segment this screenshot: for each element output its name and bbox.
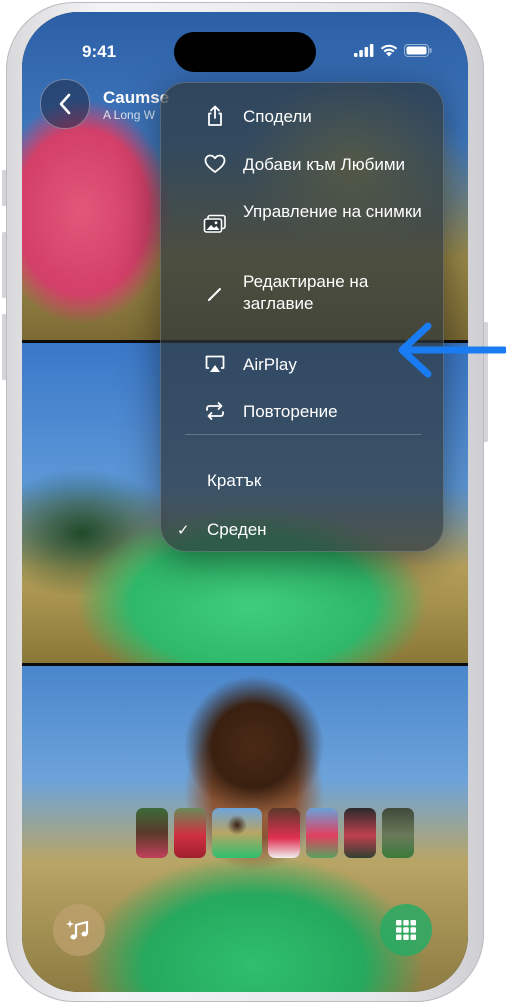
menu-option-short[interactable]: Кратък bbox=[161, 471, 443, 493]
thumbnail-active[interactable] bbox=[212, 808, 262, 858]
thumbnail[interactable] bbox=[344, 808, 376, 858]
chevron-left-icon bbox=[59, 93, 71, 115]
grid-icon bbox=[396, 920, 416, 940]
music-button[interactable] bbox=[53, 904, 105, 956]
heart-icon bbox=[203, 152, 227, 176]
back-button[interactable] bbox=[40, 79, 90, 129]
menu-divider bbox=[185, 434, 421, 435]
pencil-icon bbox=[203, 282, 227, 306]
thumbnail[interactable] bbox=[382, 808, 414, 858]
menu-item-label: Управление на снимки bbox=[243, 202, 422, 221]
callout-arrow-icon bbox=[398, 322, 506, 378]
share-icon bbox=[203, 104, 227, 128]
airplay-icon bbox=[203, 352, 227, 376]
thumbnail[interactable] bbox=[136, 808, 168, 858]
status-icons bbox=[354, 44, 432, 57]
menu-item-repeat[interactable]: Повторение bbox=[161, 398, 443, 424]
thumbnail-strip bbox=[136, 808, 414, 858]
cellular-signal-icon bbox=[354, 44, 374, 57]
menu-item-share[interactable]: Сподели bbox=[161, 103, 443, 129]
menu-option-medium[interactable]: ✓ Среден bbox=[161, 520, 443, 542]
status-time: 9:41 bbox=[82, 42, 117, 61]
menu-item-edit-title[interactable]: Редактиране на заглавие bbox=[161, 269, 443, 319]
thumbnail[interactable] bbox=[268, 808, 300, 858]
menu-item-manage-photos[interactable]: Управление на снимки bbox=[161, 199, 443, 249]
menu-item-label: Повторение bbox=[243, 402, 338, 421]
menu-item-label: Редактиране на заглавие bbox=[243, 272, 369, 313]
option-label: Кратък bbox=[207, 471, 262, 490]
wifi-icon bbox=[380, 44, 398, 57]
checkmark-icon: ✓ bbox=[177, 522, 190, 539]
photos-icon bbox=[203, 212, 227, 236]
grid-view-button[interactable] bbox=[380, 904, 432, 956]
screen: 9:41 Caumse A Long W Сподели Добави към … bbox=[22, 12, 468, 992]
context-menu: Сподели Добави към Любими Управление на … bbox=[160, 82, 444, 552]
menu-item-label: Сподели bbox=[243, 107, 312, 126]
album-subtitle: A Long W bbox=[103, 108, 156, 122]
menu-item-add-to-favorites[interactable]: Добави към Любими bbox=[161, 151, 443, 177]
thumbnail[interactable] bbox=[174, 808, 206, 858]
repeat-icon bbox=[203, 399, 227, 423]
thumbnail[interactable] bbox=[306, 808, 338, 858]
dynamic-island bbox=[174, 32, 316, 72]
battery-icon bbox=[404, 44, 432, 57]
option-label: Среден bbox=[207, 520, 267, 539]
music-sparkle-icon bbox=[66, 920, 89, 940]
menu-item-label: Добави към Любими bbox=[243, 155, 406, 174]
